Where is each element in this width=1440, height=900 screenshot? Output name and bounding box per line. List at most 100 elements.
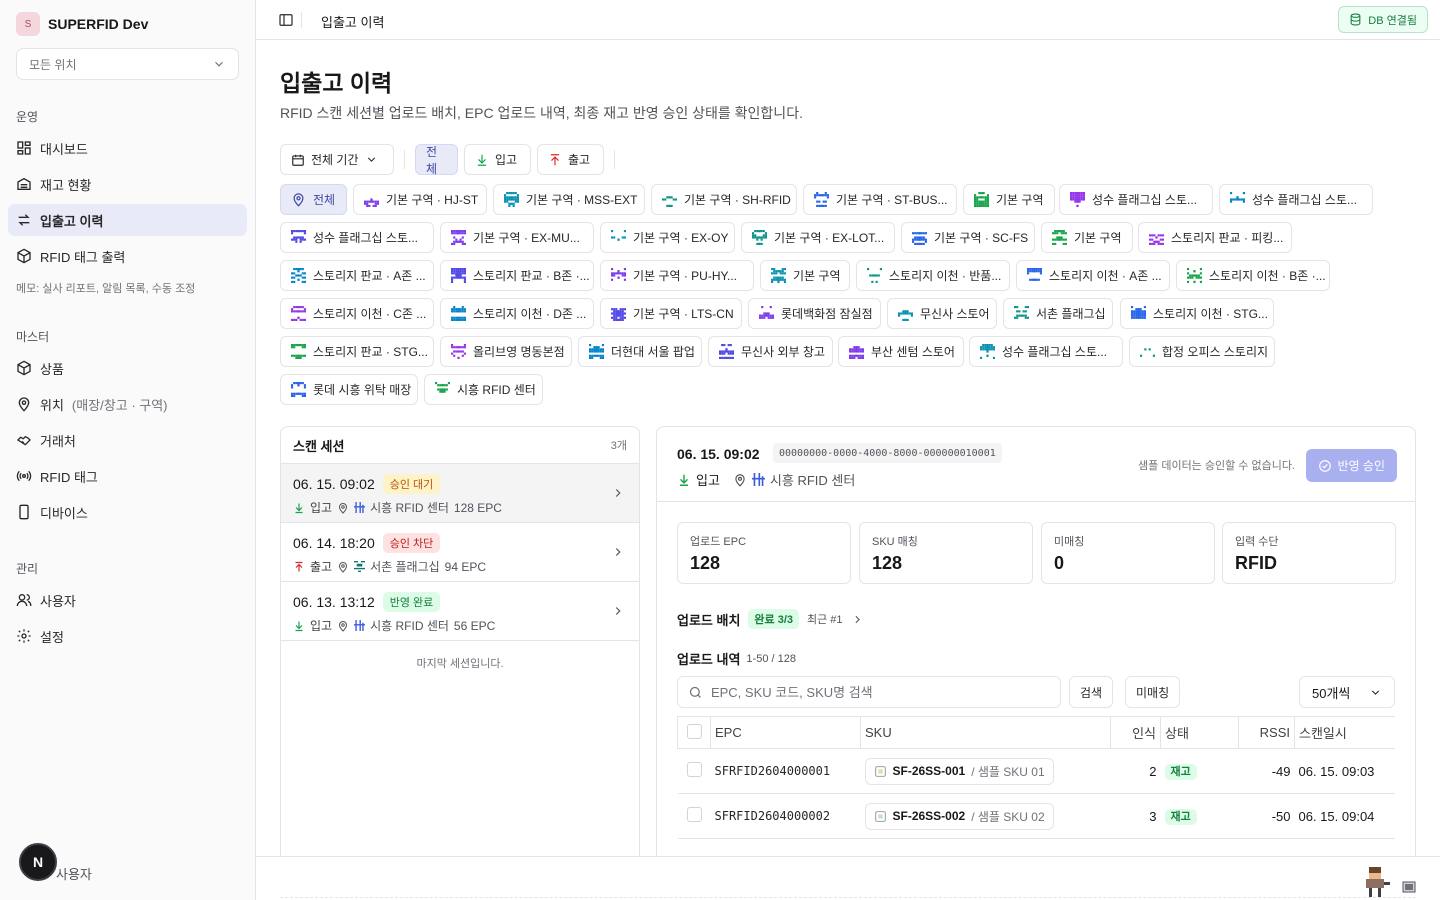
session-item[interactable]: 06. 13. 13:12 반영 완료 입고 시흥 RFID 센터 56 EPC	[281, 582, 639, 641]
sidebar: S SUPERFID Dev 모든 위치 운영 대시보드 재고 현황 입출고 이…	[0, 0, 256, 900]
location-chip[interactable]: 시흥 RFID 센터	[424, 374, 543, 405]
row-checkbox[interactable]	[686, 807, 702, 822]
breadcrumb: 입출고 이력	[321, 15, 385, 30]
col-rssi[interactable]: RSSI	[1238, 716, 1295, 749]
brand[interactable]: S SUPERFID Dev	[16, 12, 148, 36]
location-chip[interactable]: 스토리지 이천 · C존 ...	[280, 298, 434, 329]
sidebar-item-rfid-print[interactable]: RFID 태그 출력	[8, 240, 247, 272]
location-chip[interactable]: 기본 구역	[1041, 222, 1133, 253]
sidebar-item-devices[interactable]: 디바이스	[8, 496, 247, 528]
location-chip[interactable]: 스토리지 판교 · 피킹...	[1138, 222, 1292, 253]
location-chip[interactable]: 기본 구역 · MSS-EXT	[493, 184, 645, 215]
location-chip[interactable]: 성수 플래그십 스토...	[1059, 184, 1213, 215]
location-chip[interactable]: 스토리지 이천 · A존 ...	[1016, 260, 1170, 291]
location-select[interactable]: 모든 위치	[16, 48, 239, 80]
row-count: 2	[1110, 748, 1161, 794]
sidebar-item-rfid-tags[interactable]: RFID 태그	[8, 460, 247, 492]
db-status-label: DB 연결됨	[1368, 14, 1417, 27]
location-chip[interactable]: 기본 구역	[760, 260, 850, 291]
search-button[interactable]: 검색	[1069, 676, 1114, 708]
location-chip[interactable]: 롯데 시흥 위탁 매장	[280, 374, 418, 405]
filter-in-button[interactable]: 입고	[464, 144, 531, 175]
warehouse-icon	[17, 177, 31, 190]
sidebar-item-label: 디바이스	[40, 505, 88, 521]
table-row[interactable]: SFRFID2604000002 SF-26SS-002 / 샘플 SKU 02…	[677, 793, 1395, 839]
location-chip-all[interactable]: 전체	[280, 184, 347, 215]
location-chip[interactable]: 성수 플래그십 스토...	[280, 222, 434, 253]
sidebar-item-settings[interactable]: 설정	[8, 620, 247, 652]
row-checkbox[interactable]	[686, 762, 702, 777]
location-chip-label: 성수 플래그십 스토...	[1252, 193, 1357, 207]
period-select[interactable]: 전체 기간	[280, 144, 394, 175]
col-status[interactable]: 상태	[1160, 716, 1239, 749]
location-chip[interactable]: 스토리지 이천 · B존 ·...	[1176, 260, 1330, 291]
unmatched-filter-button[interactable]: 미매칭	[1125, 676, 1181, 708]
location-chip[interactable]: 서촌 플래그십	[1003, 298, 1113, 329]
col-scanned[interactable]: 스캔일시	[1294, 716, 1395, 749]
table-row[interactable]: SFRFID2604000001 SF-26SS-001 / 샘플 SKU 01…	[677, 748, 1395, 794]
location-chip[interactable]: 기본 구역 · SC-FS	[901, 222, 1035, 253]
session-item[interactable]: 06. 15. 09:02 승인 대기 입고 시흥 RFID 센터 128 EP…	[281, 464, 639, 523]
db-status-badge: DB 연결됨	[1338, 6, 1428, 33]
sidebar-item-location[interactable]: 위치 (매장/창고 · 구역)	[8, 388, 247, 420]
location-chip[interactable]: 기본 구역 · HJ-ST	[353, 184, 487, 215]
sidebar-item-partners[interactable]: 거래처	[8, 424, 247, 456]
location-chip[interactable]: 무신사 외부 창고	[708, 336, 833, 367]
avatar[interactable]: N	[19, 843, 57, 881]
chevron-down-icon	[367, 157, 375, 162]
session-item[interactable]: 06. 14. 18:20 승인 차단 출고 서촌 플래그십 94 EPC	[281, 523, 639, 582]
location-chip-label: 무신사 외부 창고	[741, 345, 825, 359]
location-chip[interactable]: 무신사 스토어	[887, 298, 997, 329]
sidebar-item-users[interactable]: 사용자	[8, 584, 247, 616]
location-chip[interactable]: 스토리지 이천 · D존 ...	[440, 298, 594, 329]
location-chip[interactable]: 성수 플래그십 스토...	[969, 336, 1123, 367]
location-identicon	[912, 232, 927, 245]
location-chip[interactable]: 기본 구역 · EX-OY	[600, 222, 735, 253]
sidebar-item-history[interactable]: 입출고 이력	[8, 204, 247, 236]
search-box[interactable]	[677, 676, 1061, 708]
location-chip[interactable]: 기본 구역 · EX-MU...	[440, 222, 594, 253]
sidebar-item-inventory[interactable]: 재고 현황	[8, 168, 247, 200]
location-chip[interactable]: 더현대 서울 팝업	[578, 336, 702, 367]
location-chip[interactable]: 기본 구역 · PU-HY...	[600, 260, 754, 291]
location-chip[interactable]: 기본 구역 · LTS-CN	[600, 298, 742, 329]
sidebar-item-sublabel: (매장/창고 · 구역)	[71, 397, 168, 413]
select-all-checkbox[interactable]	[686, 723, 702, 739]
location-chip[interactable]: 기본 구역 · EX-LOT...	[741, 222, 895, 253]
arrow-down-icon	[295, 503, 303, 513]
location-chip[interactable]: 성수 플래그십 스토...	[1219, 184, 1373, 215]
sku-chip[interactable]: SF-26SS-002 / 샘플 SKU 02	[864, 802, 1054, 830]
location-chip-label: 성수 플래그십 스토...	[1002, 345, 1107, 359]
window-icon[interactable]	[1402, 881, 1416, 893]
location-chip[interactable]: 합정 오피스 스토리지	[1129, 336, 1275, 367]
search-input[interactable]	[710, 684, 1050, 700]
location-chip[interactable]: 스토리지 판교 · A존 ...	[280, 260, 434, 291]
mascot-icon[interactable]	[1360, 867, 1390, 897]
location-chip[interactable]: 부산 센텀 스토어	[838, 336, 964, 367]
sidebar-toggle-icon[interactable]	[278, 12, 294, 28]
upload-batch-section[interactable]: 업로드 배치 완료 3/3 최근 #1	[677, 609, 864, 629]
location-chip[interactable]: 스토리지 판교 · STG...	[280, 336, 434, 367]
user-name[interactable]: 사용자	[56, 864, 92, 883]
col-sku[interactable]: SKU	[860, 716, 1111, 749]
filter-all-button[interactable]: 전체	[415, 144, 458, 176]
location-chip[interactable]: 롯데백화점 잠실점	[748, 298, 881, 329]
sidebar-item-dashboard[interactable]: 대시보드	[8, 132, 247, 164]
sku-chip[interactable]: SF-26SS-001 / 샘플 SKU 01	[864, 757, 1054, 785]
col-epc[interactable]: EPC	[710, 716, 861, 749]
location-chip[interactable]: 기본 구역 · SH-RFID	[651, 184, 797, 215]
location-chip[interactable]: 올리브영 명동본점	[440, 336, 572, 367]
sidebar-item-products[interactable]: 상품	[8, 352, 247, 384]
session-location: 시흥 RFID 센터	[370, 501, 449, 515]
filter-out-button[interactable]: 출고	[537, 144, 604, 175]
col-count[interactable]: 인식	[1110, 716, 1161, 749]
location-chip[interactable]: 스토리지 판교 · B존 ·...	[440, 260, 594, 291]
location-chip[interactable]: 기본 구역 · ST-BUS...	[803, 184, 957, 215]
location-chip[interactable]: 기본 구역	[963, 184, 1055, 215]
location-chip[interactable]: 스토리지 이천 · 반품...	[856, 260, 1010, 291]
location-chip[interactable]: 스토리지 이천 · STG...	[1120, 298, 1274, 329]
page-size-select[interactable]: 50개씩	[1299, 676, 1395, 708]
approve-button[interactable]: 반영 승인	[1305, 449, 1397, 482]
session-direction: 출고	[310, 560, 333, 574]
stat-value: 128	[690, 553, 721, 573]
